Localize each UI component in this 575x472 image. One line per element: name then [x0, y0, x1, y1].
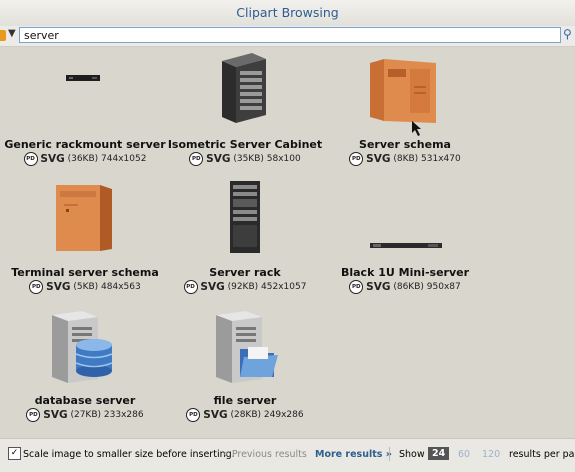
scale-checkbox-label[interactable]: Scale image to smaller size before inser…	[23, 449, 235, 460]
search-bar: ▼ ⚲	[0, 26, 575, 47]
public-domain-icon: PD	[186, 408, 201, 422]
divider	[389, 447, 390, 461]
result-size: (86KB)	[393, 282, 424, 292]
public-domain-icon: PD	[23, 152, 38, 166]
result-format: SVG	[203, 409, 228, 421]
result-dimensions: 58x100	[266, 154, 301, 164]
result-name[interactable]: file server	[150, 394, 340, 407]
scale-checkbox[interactable]: ✓	[8, 447, 21, 460]
result-meta: PD SVG (28KB) 249x286	[150, 408, 340, 422]
public-domain-icon: PD	[29, 280, 44, 294]
result-format: SVG	[46, 281, 71, 293]
search-input[interactable]	[19, 27, 561, 43]
result-item[interactable]: Black 1U Mini-server PD SVG (86KB) 950x8…	[320, 175, 490, 303]
per-page-option-24[interactable]: 24	[428, 447, 450, 460]
result-meta: PD SVG (8KB) 531x470	[310, 152, 500, 166]
result-size: (28KB)	[230, 410, 262, 420]
result-item[interactable]: Terminal server schema PD SVG (5KB) 484x…	[0, 175, 170, 303]
rackmount-server-icon[interactable]	[0, 47, 170, 143]
public-domain-icon: PD	[349, 280, 364, 294]
result-dimensions: 531x470	[421, 154, 461, 164]
result-format: SVG	[200, 281, 225, 293]
result-dimensions: 484x563	[101, 282, 141, 292]
footer-bar: ✓ Scale image to smaller size before ins…	[0, 438, 575, 472]
more-results-link[interactable]: More results »	[315, 449, 392, 460]
result-size: (8KB)	[393, 154, 419, 164]
terminal-server-icon[interactable]	[0, 175, 170, 271]
title-bar: Clipart Browsing	[0, 0, 575, 27]
result-format: SVG	[40, 153, 65, 165]
public-domain-icon: PD	[349, 152, 364, 166]
result-name[interactable]: Server schema	[310, 138, 500, 151]
result-format: SVG	[43, 409, 68, 421]
per-page-suffix: results per page	[509, 449, 575, 460]
result-dimensions: 744x1052	[101, 154, 147, 164]
previous-results-link[interactable]: « Previous results	[223, 449, 307, 460]
show-label: Show	[399, 449, 425, 460]
file-server-icon[interactable]	[160, 303, 330, 399]
result-size: (27KB)	[70, 410, 102, 420]
result-name[interactable]: Black 1U Mini-server	[310, 266, 500, 279]
source-icon[interactable]	[0, 30, 6, 41]
result-size: (35KB)	[233, 154, 264, 164]
public-domain-icon: PD	[26, 408, 41, 422]
chevron-down-icon[interactable]: ▼	[8, 28, 16, 39]
window-title: Clipart Browsing	[236, 5, 339, 20]
result-size: (92KB)	[227, 282, 259, 292]
result-dimensions: 452x1057	[261, 282, 307, 292]
result-item[interactable]: database server PD SVG (27KB) 233x286	[0, 303, 170, 431]
result-item[interactable]: Server rack PD SVG (92KB) 452x1057	[160, 175, 330, 303]
per-page-option-120[interactable]: 120	[482, 449, 500, 460]
result-dimensions: 233x286	[103, 410, 144, 420]
result-item[interactable]: Server schema PD SVG (8KB) 531x470	[320, 47, 490, 175]
results-grid: Generic rackmount server PD SVG (36KB) 7…	[0, 47, 575, 437]
result-format: SVG	[366, 281, 391, 293]
result-format: SVG	[206, 153, 231, 165]
public-domain-icon: PD	[183, 280, 198, 294]
result-item[interactable]: file server PD SVG (28KB) 249x286	[160, 303, 330, 431]
result-size: (36KB)	[67, 154, 99, 164]
server-schema-icon[interactable]	[320, 47, 490, 143]
server-cabinet-icon[interactable]	[160, 47, 330, 143]
result-meta: PD SVG (86KB) 950x87	[310, 280, 500, 294]
result-item[interactable]: Generic rackmount server PD SVG (36KB) 7…	[0, 47, 170, 175]
database-server-icon[interactable]	[0, 303, 170, 399]
result-format: SVG	[366, 153, 391, 165]
search-icon[interactable]: ⚲	[563, 27, 572, 41]
per-page-option-60[interactable]: 60	[458, 449, 470, 460]
result-item[interactable]: Isometric Server Cabinet PD SVG (35KB) 5…	[160, 47, 330, 175]
server-rack-icon[interactable]	[160, 175, 330, 271]
result-dimensions: 950x87	[426, 282, 461, 292]
public-domain-icon: PD	[189, 152, 204, 166]
result-size: (5KB)	[73, 282, 99, 292]
mini-server-icon[interactable]	[320, 175, 490, 271]
result-dimensions: 249x286	[263, 410, 304, 420]
